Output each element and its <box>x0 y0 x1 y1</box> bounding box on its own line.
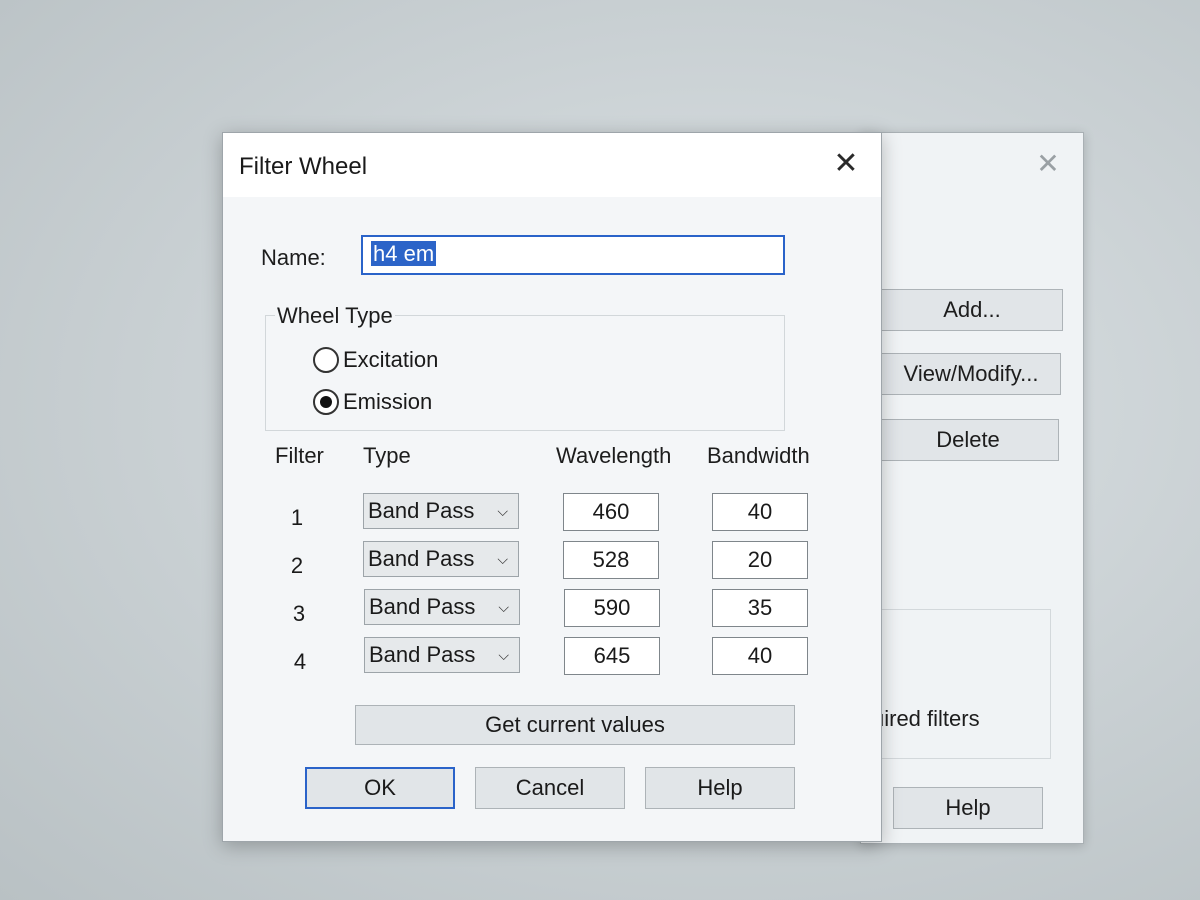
filter-type-value-1: Band Pass <box>368 498 475 523</box>
column-type: Type <box>363 443 411 468</box>
wheel-type-label: Wheel Type <box>275 303 395 329</box>
background-dialog: ✕ Add... View/Modify... Delete uired fil… <box>860 132 1084 844</box>
filter-wheel-dialog: Filter Wheel ✕ Name: h4 em Wheel Type Ex… <box>222 132 882 842</box>
radio-label-excitation: Excitation <box>343 347 439 372</box>
filter-type-value-3: Band Pass <box>369 594 476 619</box>
ok-button[interactable]: OK <box>305 767 455 809</box>
required-filters-text: uired filters <box>872 706 980 731</box>
column-filter: Filter <box>275 443 324 468</box>
help-button[interactable]: Help <box>645 767 795 809</box>
delete-button[interactable]: Delete <box>877 419 1059 461</box>
filter-type-select-3[interactable]: Band Pass ⌵ <box>364 589 520 625</box>
bandwidth-input-1[interactable]: 40 <box>712 493 808 531</box>
column-bandwidth: Bandwidth <box>707 443 810 468</box>
bandwidth-input-4[interactable]: 40 <box>712 637 808 675</box>
wavelength-input-1[interactable]: 460 <box>563 493 659 531</box>
cancel-button[interactable]: Cancel <box>475 767 625 809</box>
title-bar: Filter Wheel ✕ <box>223 133 881 197</box>
bg-group-box: uired filters <box>869 609 1051 759</box>
chevron-down-icon: ⌵ <box>498 598 509 615</box>
filter-number-2: 2 <box>290 553 304 578</box>
filter-number-1: 1 <box>290 505 304 530</box>
filter-number-4: 4 <box>293 649 307 674</box>
name-label: Name: <box>261 245 326 270</box>
radio-label-emission: Emission <box>343 389 433 414</box>
name-input[interactable]: h4 em <box>361 235 785 275</box>
radio-emission[interactable]: Emission <box>313 389 432 415</box>
close-icon[interactable]: ✕ <box>1033 149 1063 179</box>
filter-type-select-2[interactable]: Band Pass ⌵ <box>363 541 519 577</box>
radio-button-emission[interactable] <box>313 389 339 415</box>
bg-help-button[interactable]: Help <box>893 787 1043 829</box>
close-icon[interactable]: ✕ <box>829 147 863 181</box>
view-modify-button[interactable]: View/Modify... <box>881 353 1061 395</box>
add-button[interactable]: Add... <box>881 289 1063 331</box>
bandwidth-input-3[interactable]: 35 <box>712 589 808 627</box>
filter-number-3: 3 <box>292 601 306 626</box>
get-current-values-button[interactable]: Get current values <box>355 705 795 745</box>
wavelength-input-3[interactable]: 590 <box>564 589 660 627</box>
radio-button-excitation[interactable] <box>313 347 339 373</box>
wavelength-input-4[interactable]: 645 <box>564 637 660 675</box>
filter-type-select-1[interactable]: Band Pass ⌵ <box>363 493 519 529</box>
name-value: h4 em <box>371 241 437 266</box>
chevron-down-icon: ⌵ <box>498 646 509 663</box>
column-wavelength: Wavelength <box>556 443 672 468</box>
dialog-title: Filter Wheel <box>239 153 368 180</box>
chevron-down-icon: ⌵ <box>497 550 508 567</box>
bandwidth-input-2[interactable]: 20 <box>712 541 808 579</box>
filter-type-select-4[interactable]: Band Pass ⌵ <box>364 637 520 673</box>
wavelength-input-2[interactable]: 528 <box>563 541 659 579</box>
chevron-down-icon: ⌵ <box>497 502 508 519</box>
filter-type-value-4: Band Pass <box>369 642 476 667</box>
radio-excitation[interactable]: Excitation <box>313 347 438 373</box>
filter-type-value-2: Band Pass <box>368 546 475 571</box>
